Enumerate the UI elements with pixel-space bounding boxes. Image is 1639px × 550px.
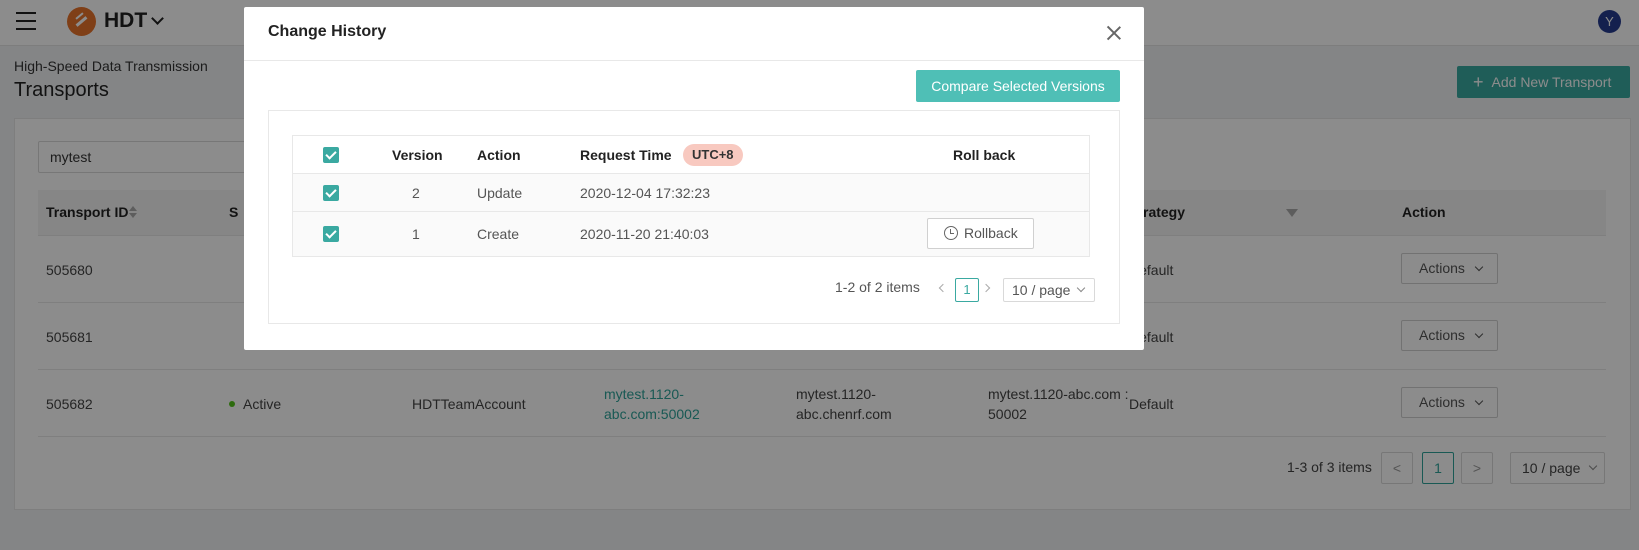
close-icon[interactable] bbox=[1106, 25, 1122, 41]
select-all-checkbox[interactable] bbox=[323, 147, 339, 163]
request-time-value: 2020-12-04 17:32:23 bbox=[580, 185, 710, 201]
change-history-modal: Change History Compare Selected Versions… bbox=[244, 7, 1144, 350]
version-value: 1 bbox=[412, 226, 420, 242]
chevron-down-icon bbox=[1076, 283, 1086, 293]
request-time-value: 2020-11-20 21:40:03 bbox=[580, 226, 709, 242]
column-header-version: Version bbox=[392, 147, 443, 163]
history-table: Version Action Request Time UTC+8 Roll b… bbox=[292, 135, 1090, 257]
modal-pagination-page-1[interactable]: 1 bbox=[955, 278, 979, 302]
column-header-action: Action bbox=[477, 147, 521, 163]
history-table-header: Version Action Request Time UTC+8 Roll b… bbox=[293, 136, 1089, 174]
action-value: Update bbox=[477, 185, 523, 201]
modal-title: Change History bbox=[268, 23, 387, 40]
rollback-button[interactable]: Rollback bbox=[927, 218, 1034, 249]
action-value: Create bbox=[477, 226, 520, 242]
version-value: 2 bbox=[412, 185, 420, 201]
row-checkbox[interactable] bbox=[323, 185, 339, 201]
modal-pagination-total: 1-2 of 2 items bbox=[835, 279, 920, 295]
column-header-rollback: Roll back bbox=[953, 147, 1016, 163]
rollback-label: Rollback bbox=[964, 225, 1018, 241]
row-checkbox[interactable] bbox=[323, 226, 339, 242]
history-row: 2 Update 2020-12-04 17:32:23 bbox=[293, 174, 1089, 212]
modal-page-size-select[interactable]: 10 / page bbox=[1003, 278, 1095, 302]
history-icon bbox=[944, 226, 958, 240]
modal-header: Change History bbox=[244, 7, 1144, 61]
timezone-badge: UTC+8 bbox=[683, 144, 743, 166]
compare-selected-versions-button[interactable]: Compare Selected Versions bbox=[916, 70, 1120, 102]
history-row: 1 Create 2020-11-20 21:40:03 Rollback bbox=[293, 212, 1089, 256]
column-header-request-time: Request Time bbox=[580, 147, 672, 163]
modal-page-size-value: 10 / page bbox=[1012, 282, 1071, 298]
